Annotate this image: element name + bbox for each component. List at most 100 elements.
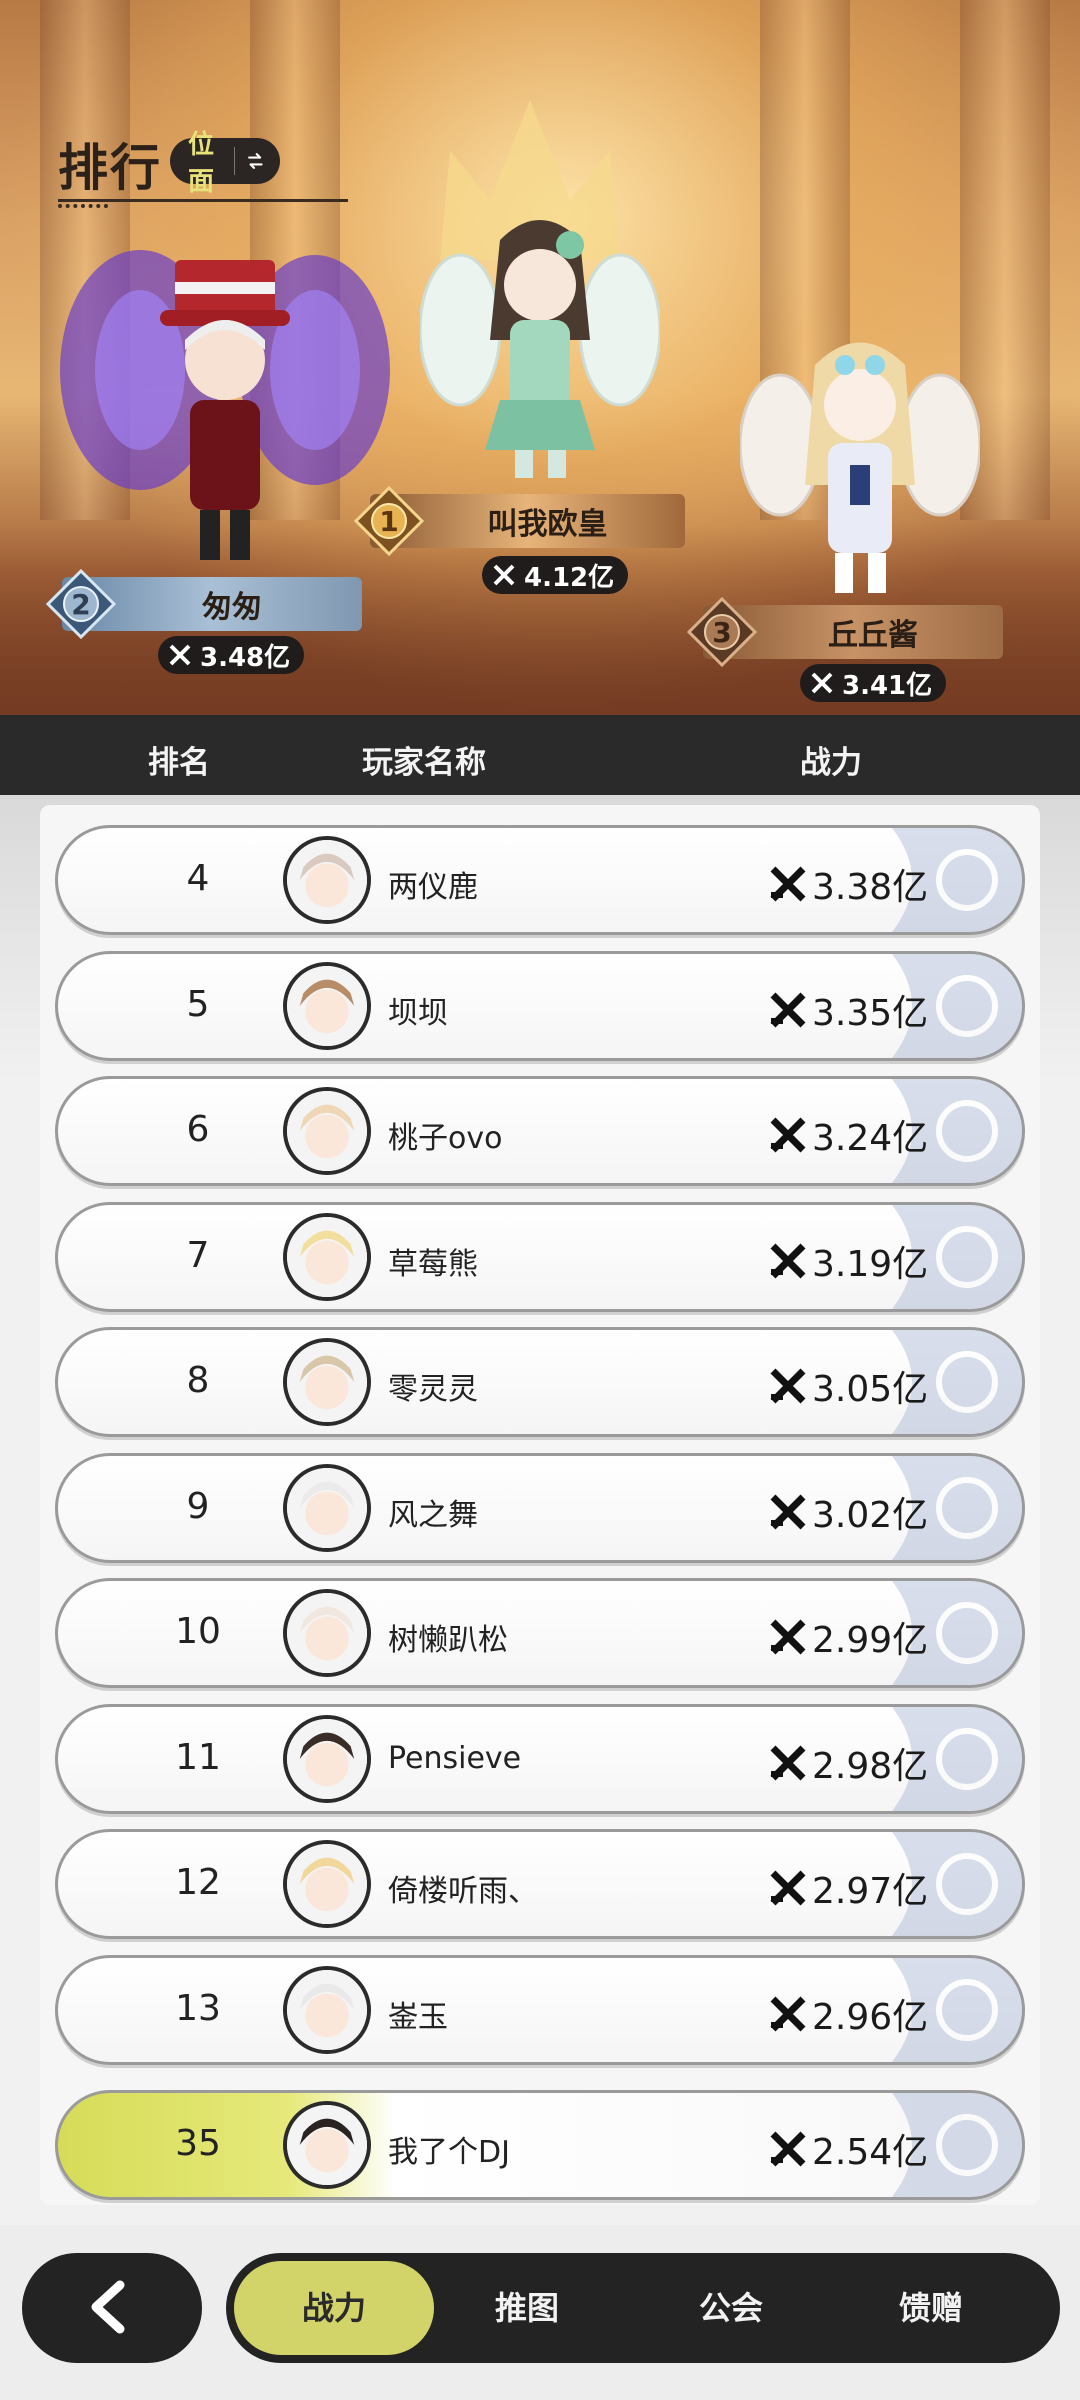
player-power: 2.54亿	[768, 2123, 928, 2175]
rank-number: 7	[186, 1234, 210, 1276]
crossed-swords-icon	[770, 2131, 806, 2167]
ranking-list[interactable]: 4 两仪鹿 3.38亿 5 坝坝 3.35亿 6 桃子ovo 3.24亿 7 草莓熊 3.19亿 8 零灵…	[0, 795, 1080, 2225]
crossed-swords-icon	[770, 1243, 806, 1278]
column-header-power: 战力	[800, 745, 862, 781]
player-power: 2.97亿	[768, 1862, 928, 1914]
table-row[interactable]: 10 树懒趴松 2.99亿	[55, 1578, 1025, 1688]
crossed-swords-icon	[770, 866, 806, 902]
player-power-value: 2.97亿	[812, 1871, 929, 1912]
player-avatar[interactable]	[283, 1840, 371, 1928]
player-power-value: 2.96亿	[812, 1996, 929, 2038]
my-rank-row[interactable]: 35 我了个DJ 2.54亿	[55, 2090, 1025, 2200]
player-name: 风之舞	[388, 1497, 478, 1533]
player-power: 3.05亿	[768, 1360, 928, 1412]
crossed-swords-icon	[770, 1368, 806, 1404]
rank-3-character[interactable]	[740, 325, 980, 605]
player-power-value: 3.19亿	[812, 1243, 929, 1285]
player-avatar[interactable]	[283, 1087, 371, 1175]
tab-stage-progress[interactable]: 推图	[442, 2261, 612, 2355]
player-avatar[interactable]	[283, 1589, 371, 1677]
table-header: 排名 玩家名称 战力	[0, 715, 1080, 795]
player-name: 两仪鹿	[388, 870, 478, 905]
player-power-value: 3.05亿	[812, 1369, 929, 1410]
column-header-player: 玩家名称	[362, 745, 486, 781]
back-button[interactable]	[22, 2253, 202, 2363]
svg-text:2: 2	[71, 588, 90, 621]
rank-number: 6	[186, 1109, 210, 1150]
rank-1-power: 4.12亿	[482, 556, 629, 594]
player-power: 3.24亿	[768, 1109, 928, 1161]
crossed-swords-icon	[169, 644, 191, 666]
tab-power[interactable]: 战力	[234, 2261, 434, 2355]
player-power: 3.19亿	[768, 1235, 928, 1287]
ranking-tabbar: 战力 推图 公会 馈赠	[226, 2253, 1060, 2363]
player-name: 坝坝	[388, 995, 448, 1031]
realm-toggle-label: 位面	[188, 130, 215, 197]
player-name: 崟玉	[388, 1999, 448, 2035]
podium-plate-rank-3[interactable]: 3 丘丘酱	[687, 597, 1003, 667]
ranking-hero-banner: 排行 位面 2 匆匆 3.48亿 1 叫我欧皇 4.12亿 3 丘丘酱 3.41…	[0, 0, 1080, 715]
crossed-swords-icon	[770, 1870, 806, 1906]
table-row[interactable]: 6 桃子ovo 3.24亿	[55, 1076, 1025, 1186]
table-row[interactable]: 8 零灵灵 3.05亿	[55, 1327, 1025, 1437]
crossed-swords-icon	[770, 992, 806, 1027]
player-avatar[interactable]	[283, 836, 371, 924]
tab-guild[interactable]: 公会	[646, 2261, 816, 2355]
rank-number: 11	[175, 1736, 221, 1778]
rank-number: 13	[175, 1987, 221, 2029]
crossed-swords-icon	[770, 1996, 806, 2031]
rank-2-character[interactable]	[60, 220, 390, 570]
rank-2-power: 3.48亿	[158, 636, 305, 674]
player-name: 零灵灵	[388, 1372, 478, 1407]
player-avatar[interactable]	[283, 2101, 371, 2189]
player-power: 3.38亿	[768, 858, 928, 910]
player-name: Pensieve	[388, 1740, 522, 1776]
player-avatar[interactable]	[283, 961, 371, 1050]
rank-number: 5	[186, 983, 210, 1025]
podium-plate-rank-2[interactable]: 2 匆匆	[46, 569, 362, 639]
table-row[interactable]: 4 两仪鹿 3.38亿	[55, 825, 1025, 935]
svg-text:3: 3	[712, 616, 731, 649]
table-row[interactable]: 7 草莓熊 3.19亿	[55, 1201, 1025, 1312]
player-name: 我了个DJ	[388, 2135, 510, 2170]
rank-2-power-value: 3.48亿	[200, 642, 291, 673]
rank-3-power: 3.41亿	[800, 664, 947, 702]
table-row[interactable]: 9 风之舞 3.02亿	[55, 1452, 1025, 1563]
rank-number: 9	[186, 1485, 210, 1527]
podium-plate-rank-1[interactable]: 1 叫我欧皇	[354, 486, 685, 556]
table-row[interactable]: 5 坝坝 3.35亿	[55, 950, 1025, 1061]
table-row[interactable]: 11 Pensieve 2.98亿	[55, 1703, 1025, 1814]
rank-number: 8	[186, 1360, 210, 1401]
table-row[interactable]: 13 崟玉 2.96亿	[55, 1954, 1025, 2065]
rank-3-badge: 3	[687, 597, 757, 667]
player-name: 倚楼听雨、	[388, 1874, 538, 1909]
player-power: 3.35亿	[768, 984, 928, 1036]
rank-1-badge: 1	[354, 486, 424, 556]
back-arrow-icon	[91, 2280, 125, 2334]
player-power-value: 3.24亿	[812, 1118, 929, 1159]
realm-toggle-button[interactable]: 位面	[170, 130, 281, 197]
page-title: 排行	[58, 139, 162, 197]
crossed-swords-icon	[770, 1745, 806, 1780]
rank-2-badge: 2	[46, 569, 116, 639]
rank-3-power-value: 3.41亿	[842, 670, 933, 701]
rank-number: 4	[186, 858, 210, 899]
player-avatar[interactable]	[283, 1463, 371, 1552]
player-avatar[interactable]	[283, 1212, 371, 1301]
player-power-value: 3.38亿	[812, 867, 929, 908]
player-power-value: 2.54亿	[812, 2132, 929, 2173]
crossed-swords-icon	[811, 672, 833, 694]
player-power-value: 2.99亿	[812, 1620, 929, 1661]
table-row[interactable]: 12 倚楼听雨、 2.97亿	[55, 1829, 1025, 1939]
crossed-swords-icon	[770, 1494, 806, 1529]
player-name: 草莓熊	[388, 1246, 478, 1282]
bottom-navigation: 战力 推图 公会 馈赠	[0, 2225, 1080, 2400]
player-avatar[interactable]	[283, 1965, 371, 2054]
player-power: 2.96亿	[768, 1988, 928, 2040]
player-avatar[interactable]	[283, 1714, 371, 1803]
player-power-value: 2.98亿	[812, 1745, 929, 1787]
tab-gifts[interactable]: 馈赠	[846, 2261, 1016, 2355]
crossed-swords-icon	[770, 1117, 806, 1153]
rank-1-character[interactable]	[420, 200, 660, 480]
player-avatar[interactable]	[283, 1338, 371, 1426]
